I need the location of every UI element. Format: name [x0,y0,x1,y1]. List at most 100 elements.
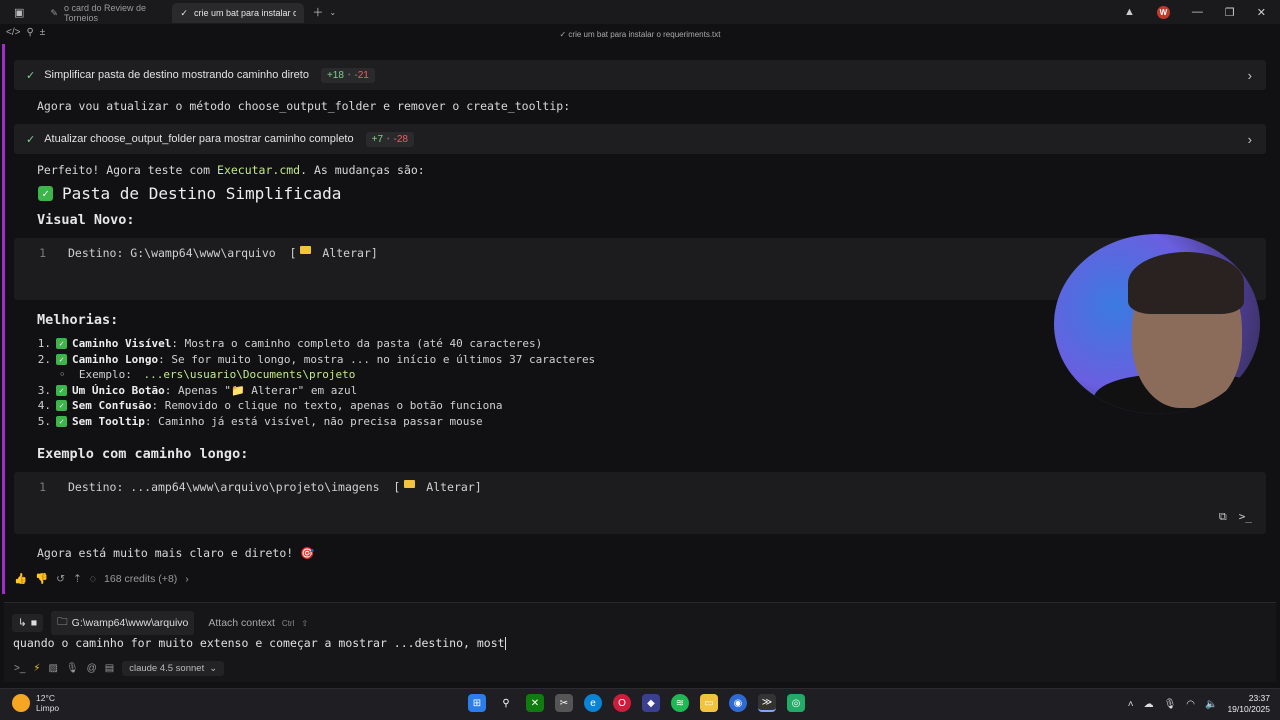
model-selector[interactable]: claude 4.5 sonnet ⌄ [122,661,225,676]
notification-icon[interactable]: ▲ [1124,6,1135,18]
chevron-right-icon[interactable]: › [1248,68,1252,83]
chevron-right-icon[interactable]: › [1248,132,1252,147]
app-icon[interactable]: ◎ [787,694,805,712]
snipping-tool-icon[interactable]: ✂ [555,694,573,712]
wifi-icon[interactable]: ◠ [1186,699,1195,710]
thumbs-up-icon[interactable]: 👍 [14,572,27,585]
image-icon[interactable]: ▨ [48,663,57,674]
code-actions: ⧉ >_ [1219,510,1252,524]
credits-label[interactable]: 168 credits (+8) [104,573,177,585]
text: . As mudanças são: [300,163,425,177]
item-text: : Se for muito longo, mostra ... no iníc… [158,352,596,366]
minimize-icon[interactable]: — [1192,6,1203,18]
title-bar: ▣ ✎ o card do Review de Torneios ✓ crie … [0,0,1280,24]
step-label: Simplificar pasta de destino mostrando c… [44,69,309,81]
item-text: : Caminho já está visível, não precisa p… [144,414,483,428]
item-number: 3. [37,383,51,397]
code-text: Destino: ...amp64\www\arquivo\projeto\im… [68,480,401,494]
item-number: 2. [37,352,51,366]
prompt-input[interactable]: quando o caminho for muito extenso e com… [13,636,506,650]
shortcut-key: ⇧ [301,618,309,628]
list-item: 1. ✓ Caminho Visível: Mostra o caminho com… [37,336,595,352]
step-card[interactable]: ✓ Simplificar pasta de destino mostrando… [14,60,1266,90]
xbox-icon[interactable]: ✕ [526,694,544,712]
spotify-icon[interactable]: ≋ [671,694,689,712]
chevron-right-icon[interactable]: › [185,573,189,585]
weather-widget[interactable]: 12°C Limpo [12,693,59,713]
sidebar-toggle-icon[interactable]: ▣ [14,6,24,19]
final-message: Agora está muito mais claro e direto! 🎯 [37,546,315,560]
weather-condition: Limpo [36,703,60,713]
weather-temp: 12°C [36,693,55,703]
inline-code: ...ers\usuario\Documents\projeto [143,368,356,382]
tab-label: o card do Review de Torneios [63,3,146,23]
dot-icon: • [347,71,351,79]
code-text: Alterar] [315,246,378,260]
clock[interactable]: 23:37 19/10/2025 [1227,693,1270,715]
list-item: 3. ✓ Um Único Botão: Apenas "📁 Alterar" em… [37,383,595,399]
attach-icon[interactable]: ▤ [105,663,114,674]
feedback-bar: 👍 👎 ↺ ⇡ ◌ 168 credits (+8) › [14,572,189,586]
new-tab-icon[interactable]: ＋ [312,4,323,20]
tab-review[interactable]: ✎ o card do Review de Torneios [42,3,172,23]
chevron-up-icon[interactable]: ˄ [1128,699,1134,710]
item-title: Sem Confusão [72,399,152,413]
diff-minus: -21 [354,69,369,81]
list-item: 5. ✓ Sem Tooltip: Caminho já está visível,… [37,414,595,430]
check-icon: ✓ [38,186,53,201]
taskbar: 12°C Limpo ⊞ ⚲ ✕ ✂ e O ◆ ≋ ▭ ◉ ≫ ◎ ˄ ☁ 🎙… [0,688,1280,720]
step-card[interactable]: ✓ Atualizar choose_output_folder para mo… [14,124,1266,154]
edge-icon[interactable]: e [584,694,602,712]
context-chips: ↳ ■ 🗀 G:\wamp64\www\arquivo Attach conte… [12,611,314,635]
context-path-chip[interactable]: 🗀 G:\wamp64\www\arquivo [51,611,195,635]
item-text: ◦ Exemplo: [59,368,139,382]
shortcut-key: Ctrl [281,618,295,628]
code-icon[interactable]: </> [6,27,20,38]
copy-icon[interactable]: ⧉ [1219,510,1227,524]
stop-icon[interactable]: ■ [31,617,37,629]
plus-minus-icon[interactable]: ± [40,27,46,38]
share-icon[interactable]: ⇡ [73,573,82,585]
search-icon[interactable]: ⚲ [26,27,33,38]
cloud-icon[interactable]: ☁ [1144,699,1154,710]
item-number: 4. [37,399,51,413]
toolbar: </> ⚲ ± ✓ crie um bat para instalar o re… [0,24,1280,44]
heading-text: Pasta de Destino Simplificada [62,184,342,203]
warp-terminal-icon[interactable]: ≫ [758,694,776,712]
restore-icon[interactable]: ↺ [56,573,65,585]
terminal-icon[interactable]: >_ [1239,510,1252,524]
mention-icon[interactable]: @ [87,663,97,674]
code-text: Alterar] [419,480,482,494]
search-icon[interactable]: ⚲ [497,694,515,712]
webcam-hair [1128,252,1244,314]
item-title: Caminho Visível [72,337,172,351]
chevron-down-icon[interactable]: ⌄ [329,8,336,17]
message-text: Perfeito! Agora teste com Executar.cmd. … [37,163,425,177]
mic-icon[interactable]: 🎙 [66,663,79,674]
system-tray: ˄ ☁ 🎙 ◠ 🔈 23:37 19/10/2025 [1128,693,1270,715]
file-explorer-icon[interactable]: ▭ [700,694,718,712]
tab-active[interactable]: ✓ crie um bat para instalar o req [172,3,305,23]
agent-icon[interactable]: ⚡ [33,663,40,674]
section-heading: ✓ Pasta de Destino Simplificada [38,184,341,203]
list-item: 2. ✓ Caminho Longo: Se for muito longo, mo… [37,352,595,368]
mic-icon[interactable]: 🎙 [1164,699,1177,710]
app-icon[interactable]: ◆ [642,694,660,712]
code-line: 1 Destino: G:\wamp64\www\arquivo [ Alter… [14,246,378,260]
window-title: crie um bat para instalar o requeriments… [568,29,721,39]
thumbs-down-icon[interactable]: 👎 [35,572,48,585]
mode-toggle[interactable]: ↳ ■ [12,614,44,632]
browser-icon[interactable]: ◉ [729,694,747,712]
volume-icon[interactable]: 🔈 [1205,699,1217,710]
check-icon: ✓ [56,338,67,350]
attach-context-button[interactable]: Attach context Ctrl ⇧ [202,614,314,632]
opera-icon[interactable]: O [613,694,631,712]
windows-start-icon[interactable]: ⊞ [468,694,486,712]
maximize-icon[interactable]: ❐ [1225,6,1235,19]
folder-icon [300,246,312,254]
close-icon[interactable]: ✕ [1257,6,1266,19]
avatar[interactable]: W [1156,5,1170,19]
check-icon: ✓ [56,384,67,396]
item-number: 5. [37,414,51,428]
terminal-icon[interactable]: >_ [14,663,25,674]
